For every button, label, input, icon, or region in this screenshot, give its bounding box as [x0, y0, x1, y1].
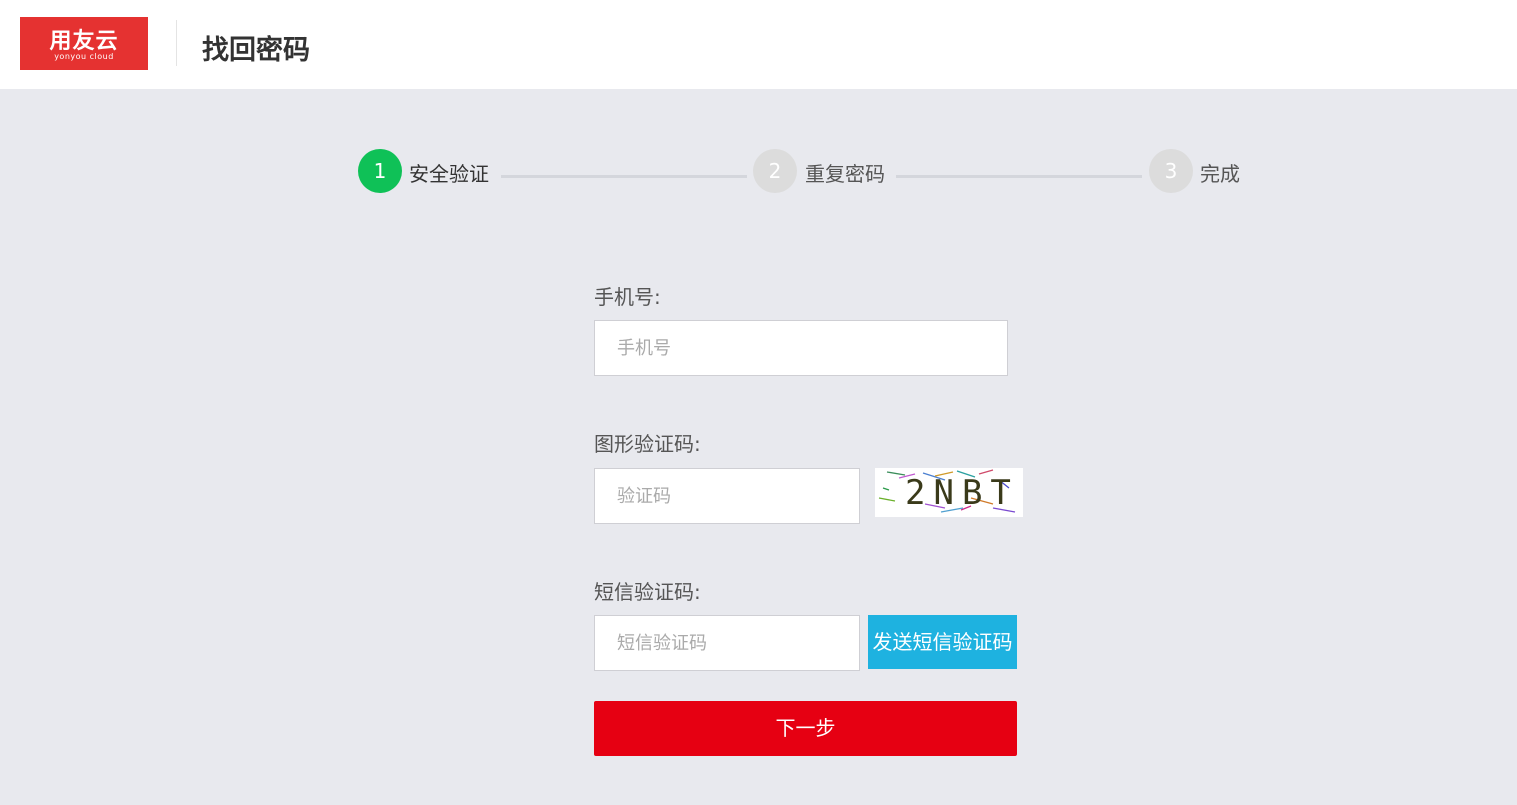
captcha-label: 图形验证码:: [594, 432, 701, 456]
phone-label: 手机号:: [594, 285, 661, 309]
step-1-circle: 1: [358, 149, 402, 193]
step-1-label: 安全验证: [409, 162, 489, 186]
captcha-image[interactable]: 2NBT: [875, 468, 1023, 517]
sms-code-input[interactable]: [594, 615, 860, 671]
captcha-text: 2NBT: [905, 473, 1019, 513]
page-title: 找回密码: [202, 35, 310, 66]
step-3-circle: 3: [1149, 149, 1193, 193]
step-3-label: 完成: [1200, 162, 1240, 186]
step-connector-2: [896, 175, 1142, 178]
step-2-circle: 2: [753, 149, 797, 193]
logo-subtext: yonyou cloud: [54, 52, 114, 61]
step-connector-1: [501, 175, 747, 178]
header-divider: [176, 20, 177, 66]
sms-label: 短信验证码:: [594, 580, 701, 604]
yonyou-cloud-logo[interactable]: 用友云 yonyou cloud: [20, 17, 148, 70]
captcha-input[interactable]: [594, 468, 860, 524]
phone-input[interactable]: [594, 320, 1008, 376]
send-sms-button[interactable]: 发送短信验证码: [868, 615, 1017, 669]
logo-text: 用友云: [49, 29, 119, 54]
top-header: 用友云 yonyou cloud 找回密码: [0, 0, 1517, 89]
next-step-button[interactable]: 下一步: [594, 701, 1017, 756]
step-2-label: 重复密码: [805, 162, 885, 186]
